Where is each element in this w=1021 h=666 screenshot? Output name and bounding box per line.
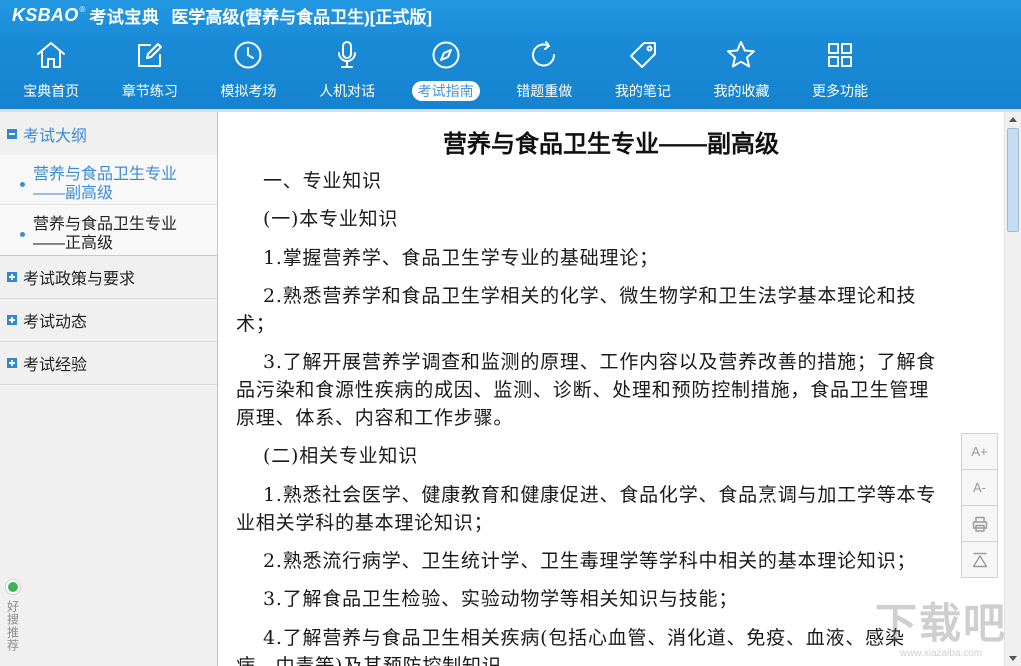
sidebar-section-exam-outline[interactable]: 考试大纲 <box>0 112 217 155</box>
font-decrease-button[interactable]: A- <box>961 469 998 506</box>
article-paragraph: 3.了解食品卫生检验、实验动物学等相关知识与技能； <box>263 588 739 611</box>
article-title: 营养与食品卫生专业——副高级 <box>443 131 779 158</box>
toolbar-item-notes[interactable]: 我的笔记 <box>594 30 693 106</box>
sidebar-section-label: 考试经验 <box>23 357 88 374</box>
article-body: 一、专业知识 (一)本专业知识 1.掌握营养学、食品卫生学专业的基础理论； 2.… <box>218 167 939 666</box>
toolbar-label: 更多功能 <box>812 83 869 99</box>
article-paragraph: 4.了解营养与食品卫生相关疾病(包括心血管、消化道、免疫、血液、感染病、中毒等)… <box>236 626 905 666</box>
back-to-top-icon <box>972 552 987 567</box>
edit-icon <box>137 43 162 67</box>
toolbar-item-exam-guide[interactable]: 考试指南 <box>396 30 495 106</box>
recommend-tab[interactable]: 好搜推荐 <box>3 580 23 666</box>
sidebar-section-exam-news[interactable]: 考试动态 <box>0 299 217 342</box>
article-paragraph: 1.熟悉社会医学、健康教育和健康促进、食品化学、食品烹调与加工学等本专业相关学科… <box>236 483 937 534</box>
title-bar: KSBAO ® 考试宝典 医学高级(营养与食品卫生)[正式版] <box>0 0 1021 30</box>
toolbar-label: 宝典首页 <box>23 83 80 99</box>
star-icon <box>727 41 756 68</box>
toolbar-label: 模拟考场 <box>220 83 277 99</box>
toolbar-label: 章节练习 <box>121 83 178 99</box>
article-paragraph: 3.了解开展营养学调查和监测的原理、工作内容以及营养改善的措施；了解食品污染和食… <box>236 351 937 430</box>
scroll-thumb[interactable] <box>1007 128 1019 233</box>
clock-icon <box>234 41 262 69</box>
toolbar-label: 我的笔记 <box>614 83 671 99</box>
article-paragraph: 1.掌握营养学、食品卫生学专业的基础理论； <box>263 246 659 269</box>
toolbar-label: 错题重做 <box>516 83 573 99</box>
sidebar-section-label: 考试动态 <box>23 314 88 331</box>
brand-name: KSBAO <box>12 4 79 25</box>
article-paragraph: 2.熟悉流行病学、卫生统计学、卫生毒理学等学科中相关的基本理论知识； <box>263 550 917 573</box>
compass-icon <box>432 41 460 69</box>
app-title: 医学高级(营养与食品卫生)[正式版] <box>171 7 433 27</box>
vertical-scrollbar[interactable] <box>1004 112 1021 666</box>
toolbar-item-dialogue[interactable]: 人机对话 <box>298 30 397 106</box>
reader-tools: A+ A- <box>961 433 998 578</box>
bullet-icon <box>20 182 25 187</box>
print-icon <box>972 516 987 532</box>
sidebar-section-exam-experience[interactable]: 考试经验 <box>0 342 217 385</box>
article-paragraph: 2.熟悉营养学和食品卫生学相关的化学、微生物学和卫生法学基本理论和技术； <box>236 284 917 335</box>
article-paragraph: (二)相关专业知识 <box>263 445 419 468</box>
toolbar-item-favorites[interactable]: 我的收藏 <box>692 30 791 106</box>
sidebar-section-label: 考试政策与要求 <box>23 271 136 288</box>
print-button[interactable] <box>961 505 998 542</box>
scroll-track[interactable] <box>1005 128 1021 650</box>
font-increase-button[interactable]: A+ <box>961 433 998 470</box>
toolbar-label: 我的收藏 <box>713 83 770 99</box>
expand-icon[interactable] <box>7 315 17 325</box>
toolbar-item-more[interactable]: 更多功能 <box>791 30 890 106</box>
article-paragraph: (一)本专业知识 <box>263 208 399 231</box>
main-toolbar: 宝典首页 章节练习 模拟考场 人机对话 考试指南 错题重做 我的笔记 我的收藏 … <box>2 30 889 106</box>
scroll-down-button[interactable] <box>1005 650 1021 666</box>
toolbar-label: 考试指南 <box>411 81 480 101</box>
refresh-icon <box>532 41 556 67</box>
collapse-icon[interactable] <box>7 128 17 139</box>
sidebar-item-deputy-senior[interactable]: 营养与食品卫生专业——副高级 <box>0 155 217 205</box>
toolbar-item-home[interactable]: 宝典首页 <box>2 30 101 106</box>
sidebar-item-label: 营养与食品卫生专业——正高级 <box>33 216 178 252</box>
article-paragraph: 一、专业知识 <box>263 170 382 192</box>
recommend-dot-icon <box>6 580 20 594</box>
registered-mark: ® <box>79 4 86 14</box>
sidebar-item-senior[interactable]: 营养与食品卫生专业——正高级 <box>0 205 217 256</box>
sidebar-item-label: 营养与食品卫生专业——副高级 <box>33 166 178 202</box>
app-header: KSBAO ® 考试宝典 医学高级(营养与食品卫生)[正式版] 宝典首页 章节练… <box>0 0 1021 109</box>
expand-icon[interactable] <box>7 358 17 368</box>
sidebar-section-exam-policy[interactable]: 考试政策与要求 <box>0 256 217 299</box>
sidebar-section-label: 考试大纲 <box>23 127 88 145</box>
recommend-label: 好搜推荐 <box>5 600 20 652</box>
brand-logo: KSBAO ® 考试宝典 <box>12 3 159 28</box>
sidebar: 考试大纲 营养与食品卫生专业——副高级 营养与食品卫生专业——正高级 考试政策与… <box>0 112 218 666</box>
grid-icon <box>828 43 853 67</box>
toolbar-item-redo-mistakes[interactable]: 错题重做 <box>495 30 594 106</box>
microphone-icon <box>338 41 357 68</box>
toolbar-label: 人机对话 <box>319 83 376 99</box>
brand-name-cn: 考试宝典 <box>89 7 160 27</box>
toolbar-item-mock-exam[interactable]: 模拟考场 <box>199 30 298 106</box>
back-to-top-button[interactable] <box>961 541 998 578</box>
tag-icon <box>629 42 656 68</box>
scroll-up-button[interactable] <box>1005 112 1021 128</box>
bullet-icon <box>20 232 25 237</box>
expand-icon[interactable] <box>7 272 17 282</box>
article-pane: 营养与食品卫生专业——副高级 一、专业知识 (一)本专业知识 1.掌握营养学、食… <box>218 112 1004 666</box>
toolbar-item-chapter-practice[interactable]: 章节练习 <box>101 30 200 106</box>
home-icon <box>37 42 66 68</box>
